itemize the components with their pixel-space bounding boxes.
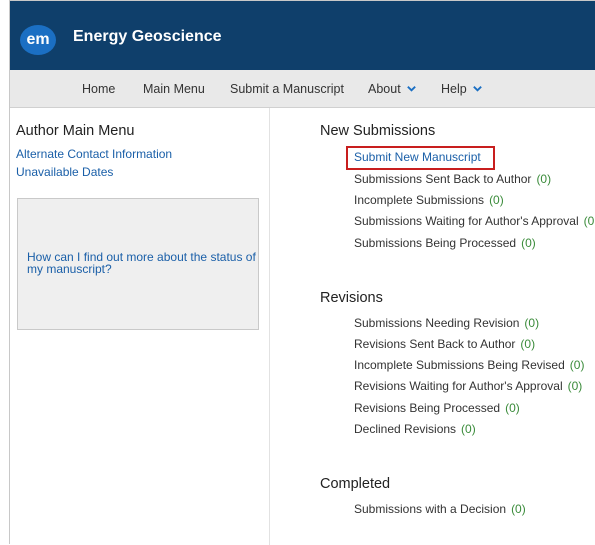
nav-about-label: About (368, 82, 401, 96)
submissions-waiting-approval-link[interactable]: Submissions Waiting for Author's Approva… (354, 214, 594, 228)
item-label: Submit New Manuscript (354, 150, 481, 164)
new-submissions-heading: New Submissions (320, 123, 436, 139)
submissions-needing-revision-link[interactable]: Submissions Needing Revision (0) (354, 316, 539, 330)
item-count: (0) (567, 379, 583, 393)
nav-help-label: Help (441, 82, 467, 96)
submit-new-manuscript-link[interactable]: Submit New Manuscript (354, 150, 481, 164)
nav-main-menu-label: Main Menu (143, 82, 205, 96)
completed-heading: Completed (320, 476, 391, 492)
app-frame: em Energy Geoscience Home Main Menu Subm… (9, 0, 595, 545)
item-count: (0 (583, 214, 595, 228)
item-count: (0) (524, 316, 540, 330)
nav-bar: Home Main Menu Submit a Manuscript About… (10, 70, 595, 108)
item-count: (0) (511, 502, 526, 516)
nav-submit-manuscript-label: Submit a Manuscript (230, 82, 344, 96)
revisions-waiting-approval-link[interactable]: Revisions Waiting for Author's Approval (… (354, 379, 582, 393)
item-count: (0) (521, 236, 536, 250)
item-count: (0) (461, 422, 476, 436)
revisions-heading: Revisions (320, 290, 383, 306)
revisions-being-processed-link[interactable]: Revisions Being Processed (0) (354, 401, 520, 415)
submissions-sent-back-link[interactable]: Submissions Sent Back to Author (0) (354, 172, 551, 186)
item-label: Submissions Sent Back to Author (354, 172, 532, 186)
nav-home-label: Home (82, 82, 116, 96)
item-count: (0) (536, 172, 552, 186)
item-label: Incomplete Submissions (354, 193, 485, 207)
submissions-being-processed-link[interactable]: Submissions Being Processed (0) (354, 236, 536, 250)
nav-about[interactable]: About (368, 82, 417, 96)
declined-revisions-link[interactable]: Declined Revisions (0) (354, 422, 476, 436)
sidebar: Author Main Menu Alternate Contact Infor… (10, 108, 270, 545)
unavailable-dates-link[interactable]: Unavailable Dates (16, 165, 113, 179)
item-label: Declined Revisions (354, 422, 457, 436)
item-label: Revisions Waiting for Author's Approval (354, 379, 563, 393)
item-label: Submissions with a Decision (354, 502, 507, 516)
chevron-down-icon (472, 86, 482, 92)
item-label: Submissions Being Processed (354, 236, 517, 250)
item-label: Revisions Being Processed (354, 401, 501, 415)
item-label: Submissions Waiting for Author's Approva… (354, 214, 579, 228)
alternate-contact-link[interactable]: Alternate Contact Information (16, 147, 172, 161)
incomplete-submissions-revised-link[interactable]: Incomplete Submissions Being Revised (0) (354, 358, 584, 372)
em-logo[interactable]: em (20, 25, 56, 55)
nav-main-menu[interactable]: Main Menu (143, 82, 205, 96)
item-label: Revisions Sent Back to Author (354, 337, 516, 351)
help-box: How can I find out more about the status… (17, 198, 259, 330)
header-bar: em Energy Geoscience (10, 1, 595, 70)
submissions-with-decision-link[interactable]: Submissions with a Decision (0) (354, 502, 526, 516)
item-count: (0) (520, 337, 536, 351)
incomplete-submissions-link[interactable]: Incomplete Submissions (0) (354, 193, 504, 207)
item-count: (0) (505, 401, 520, 415)
journal-title: Energy Geoscience (73, 28, 222, 45)
nav-home[interactable]: Home (82, 82, 115, 96)
item-count: (0) (569, 358, 585, 372)
revisions-sent-back-link[interactable]: Revisions Sent Back to Author (0) (354, 337, 535, 351)
chevron-down-icon (406, 86, 416, 92)
item-label: Submissions Needing Revision (354, 316, 520, 330)
item-label: Incomplete Submissions Being Revised (354, 358, 565, 372)
item-count: (0) (489, 193, 504, 207)
sidebar-heading: Author Main Menu (16, 123, 135, 139)
nav-help[interactable]: Help (441, 82, 483, 96)
manuscript-status-help-link[interactable]: How can I find out more about the status… (27, 251, 257, 275)
nav-submit-manuscript[interactable]: Submit a Manuscript (230, 82, 344, 96)
